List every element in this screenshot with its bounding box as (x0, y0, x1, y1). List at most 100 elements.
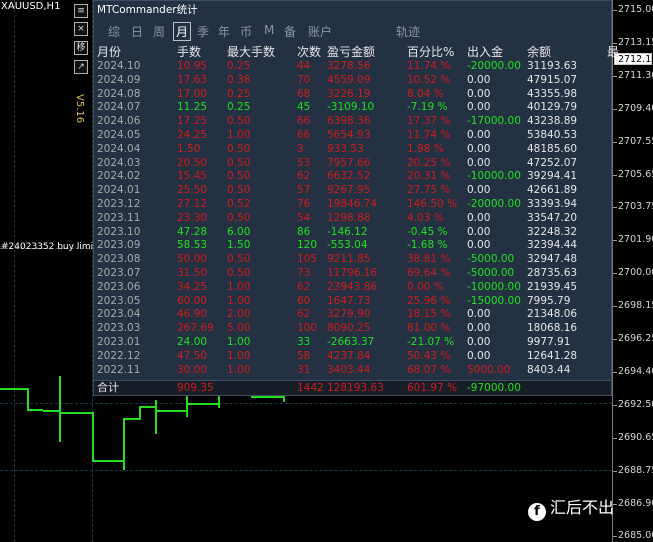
table-row[interactable]: 2024.08 17.00 0.25 68 3226.19 8.04 % 0.00 43355… (94, 87, 611, 101)
col-percent[interactable]: 百分比% (407, 43, 454, 60)
tab-magic[interactable]: M (264, 23, 274, 37)
resize-icon[interactable]: ↗ (74, 60, 88, 74)
cell-bal: 32394.44 (527, 239, 578, 252)
tab-week[interactable]: 周 (153, 23, 165, 40)
panel-title[interactable]: MTCommander统计 (97, 2, 198, 18)
table-row[interactable]: 2024.04 1.50 0.50 3 933.53 1.98 % 0.00 48185.60 (94, 142, 611, 156)
price-label: 2709.40 (618, 102, 653, 114)
cell-bal: 48185.60 (527, 142, 578, 155)
cell-month: 2023.07 (97, 267, 141, 279)
cell-max: 1.00 (227, 349, 251, 362)
col-balance[interactable]: 余额 (527, 43, 551, 60)
candle (43, 410, 60, 412)
cell-pct: 4.03 % (407, 211, 444, 224)
menu-icon[interactable]: ≡ (74, 4, 88, 18)
cell-pct: 20.31 % (407, 170, 451, 183)
cell-count: 3 (297, 142, 304, 155)
tab-quarter[interactable]: 季 (197, 23, 209, 40)
tab-note[interactable]: 备 (284, 23, 296, 40)
table-row[interactable]: 2023.05 60.00 1.00 60 1647.73 25.96 % -15000.0… (94, 294, 611, 308)
price-label: 2700.00 (618, 267, 653, 279)
price-label: 2686.90 (618, 497, 653, 509)
cell-pl: 9211.85 (327, 253, 371, 266)
table-row[interactable]: 2024.02 15.45 0.50 62 6632.52 20.31 % -10000.0… (94, 169, 611, 183)
table-row[interactable]: 2023.10 47.28 6.00 86 -146.12 -0.45 % 0.00 3224… (94, 225, 611, 239)
col-deposit[interactable]: 出入金 (467, 43, 503, 60)
tab-year[interactable]: 年 (218, 23, 230, 40)
cell-month: 2024.08 (97, 87, 141, 100)
stats-panel[interactable]: MTCommander统计 综 日 周 月 季 年 币 M 备 账户 轨迹 月份… (93, 0, 619, 396)
cell-bal: 18068.16 (527, 322, 578, 335)
tab-month[interactable]: 月 (173, 22, 192, 41)
price-axis[interactable]: 2715.00 2713.15 2711.30 2709.40 2707.55 2705.… (612, 0, 653, 542)
cell-pl: 3226.19 (327, 87, 371, 100)
cell-pl: 6398.36 (327, 115, 371, 128)
cell-io: -15000.00 (467, 294, 521, 307)
cell-bal: 12641.28 (527, 349, 578, 362)
cell-io: 0.00 (467, 87, 491, 100)
table-row[interactable]: 2023.09 58.53 1.50 120 -553.04 -1.68 % 0.00 323… (94, 238, 611, 252)
table-row[interactable]: 2024.10 10.95 0.25 44 3278.56 11.74 % -20000.0… (94, 59, 611, 73)
candle (60, 412, 92, 414)
table-row[interactable]: 2023.03 267.69 5.00 100 8090.25 81.00 % 0.00 18… (94, 321, 611, 335)
table-row[interactable]: 2024.03 20.50 0.50 53 7957.66 20.25 % 0.00 4725… (94, 156, 611, 170)
cell-month: 2024.06 (97, 115, 141, 128)
table-row[interactable]: 2024.07 11.25 0.25 45 -3109.10 -7.19 % 0.00 401… (94, 100, 611, 114)
col-count[interactable]: 次数 (297, 43, 321, 60)
cell-pl: -3109.10 (327, 101, 375, 114)
table-row[interactable]: 2023.08 50.00 0.50 105 9211.85 38.81 % -5000.0… (94, 252, 611, 266)
cell-pct: 11.74 % (407, 60, 451, 72)
table-row[interactable]: 2022.12 47.50 1.00 58 4237.84 50.43 % 0.00 1264… (94, 349, 611, 363)
price-label: 2707.55 (618, 135, 653, 147)
table-row[interactable]: 2023.04 46.90 2.00 62 3279.90 18.15 % 0.00 2134… (94, 307, 611, 321)
tab-track[interactable]: 轨迹 (396, 23, 420, 40)
cell-bal: 28735.63 (527, 267, 578, 279)
col-month[interactable]: 月份 (97, 43, 121, 60)
table-row[interactable]: 2024.05 24.25 1.00 66 5654.93 11.74 % 0.00 5384… (94, 128, 611, 142)
cell-month: 2023.04 (97, 308, 141, 321)
cell-lots: 30.00 (177, 363, 208, 376)
cell-pct: -0.45 % (407, 225, 448, 238)
tab-summary[interactable]: 综 (108, 23, 120, 40)
tab-day[interactable]: 日 (131, 23, 143, 40)
cell-count: 45 (297, 101, 311, 114)
col-lots[interactable]: 手数 (177, 43, 201, 60)
cell-io: -10000.00 (467, 280, 521, 293)
cell-month: 2024.10 (97, 60, 141, 72)
cell-max: 1.00 (227, 280, 251, 293)
cell-lots: 267.69 (177, 322, 214, 335)
tab-currency[interactable]: 币 (240, 23, 252, 40)
cell-max: 1.00 (227, 363, 251, 376)
cell-bal: 47252.07 (527, 156, 578, 169)
table-row[interactable]: 2023.12 27.12 0.52 76 19846.74 146.50 % -20000… (94, 197, 611, 211)
cell-count: 66 (297, 129, 311, 141)
table-row[interactable]: 2023.06 34.25 1.00 62 23943.86 0.00 % -10000.0… (94, 280, 611, 294)
cell-io: 0.00 (467, 239, 491, 252)
table-row[interactable]: 2024.09 17.63 0.38 70 4559.09 10.52 % 0.00 4791… (94, 73, 611, 87)
cell-pct: 25.96 % (407, 294, 451, 307)
cell-lots: 47.50 (177, 349, 208, 362)
table-row[interactable]: 2024.01 25.50 0.50 57 9267.95 27.75 % 0.00 4266… (94, 183, 611, 197)
cell-pct: 8.04 % (407, 87, 444, 100)
col-max-lots[interactable]: 最大手数 (227, 43, 275, 60)
cell-month: 2024.02 (97, 170, 141, 183)
cell-bal: 31193.63 (527, 60, 578, 72)
axis-tick (613, 10, 617, 11)
table-row[interactable]: 2022.11 30.00 1.00 31 3403.44 68.07 % 5000.00 8… (94, 363, 611, 377)
period-tabs: 综 日 周 月 季 年 币 M 备 账户 轨迹 (94, 19, 611, 41)
move-icon[interactable]: 移 (74, 41, 88, 55)
col-more[interactable]: 最 (607, 43, 619, 60)
close-icon[interactable]: × (74, 22, 88, 36)
cell-pct: 69.64 % (407, 267, 451, 279)
table-row[interactable]: 2023.11 23.30 0.50 54 1298.88 4.03 % 0.00 33547… (94, 211, 611, 225)
table-row[interactable]: 2023.01 24.00 1.00 33 -2663.37 -21.07 % 0.00 99… (94, 335, 611, 349)
table-row[interactable]: 2024.06 17.25 0.50 66 6398.36 17.37 % -17000.0… (94, 114, 611, 128)
price-label: 2703.75 (618, 201, 653, 213)
axis-tick (613, 306, 617, 308)
col-profit[interactable]: 盈亏金额 (327, 43, 375, 60)
table-row[interactable]: 2023.07 31.50 0.50 73 11796.16 69.64 % -5000.0… (94, 266, 611, 280)
candle (140, 406, 156, 408)
cell-io: 0.00 (467, 308, 491, 321)
cell-lots: 17.25 (177, 115, 208, 128)
tab-account[interactable]: 账户 (308, 23, 332, 40)
